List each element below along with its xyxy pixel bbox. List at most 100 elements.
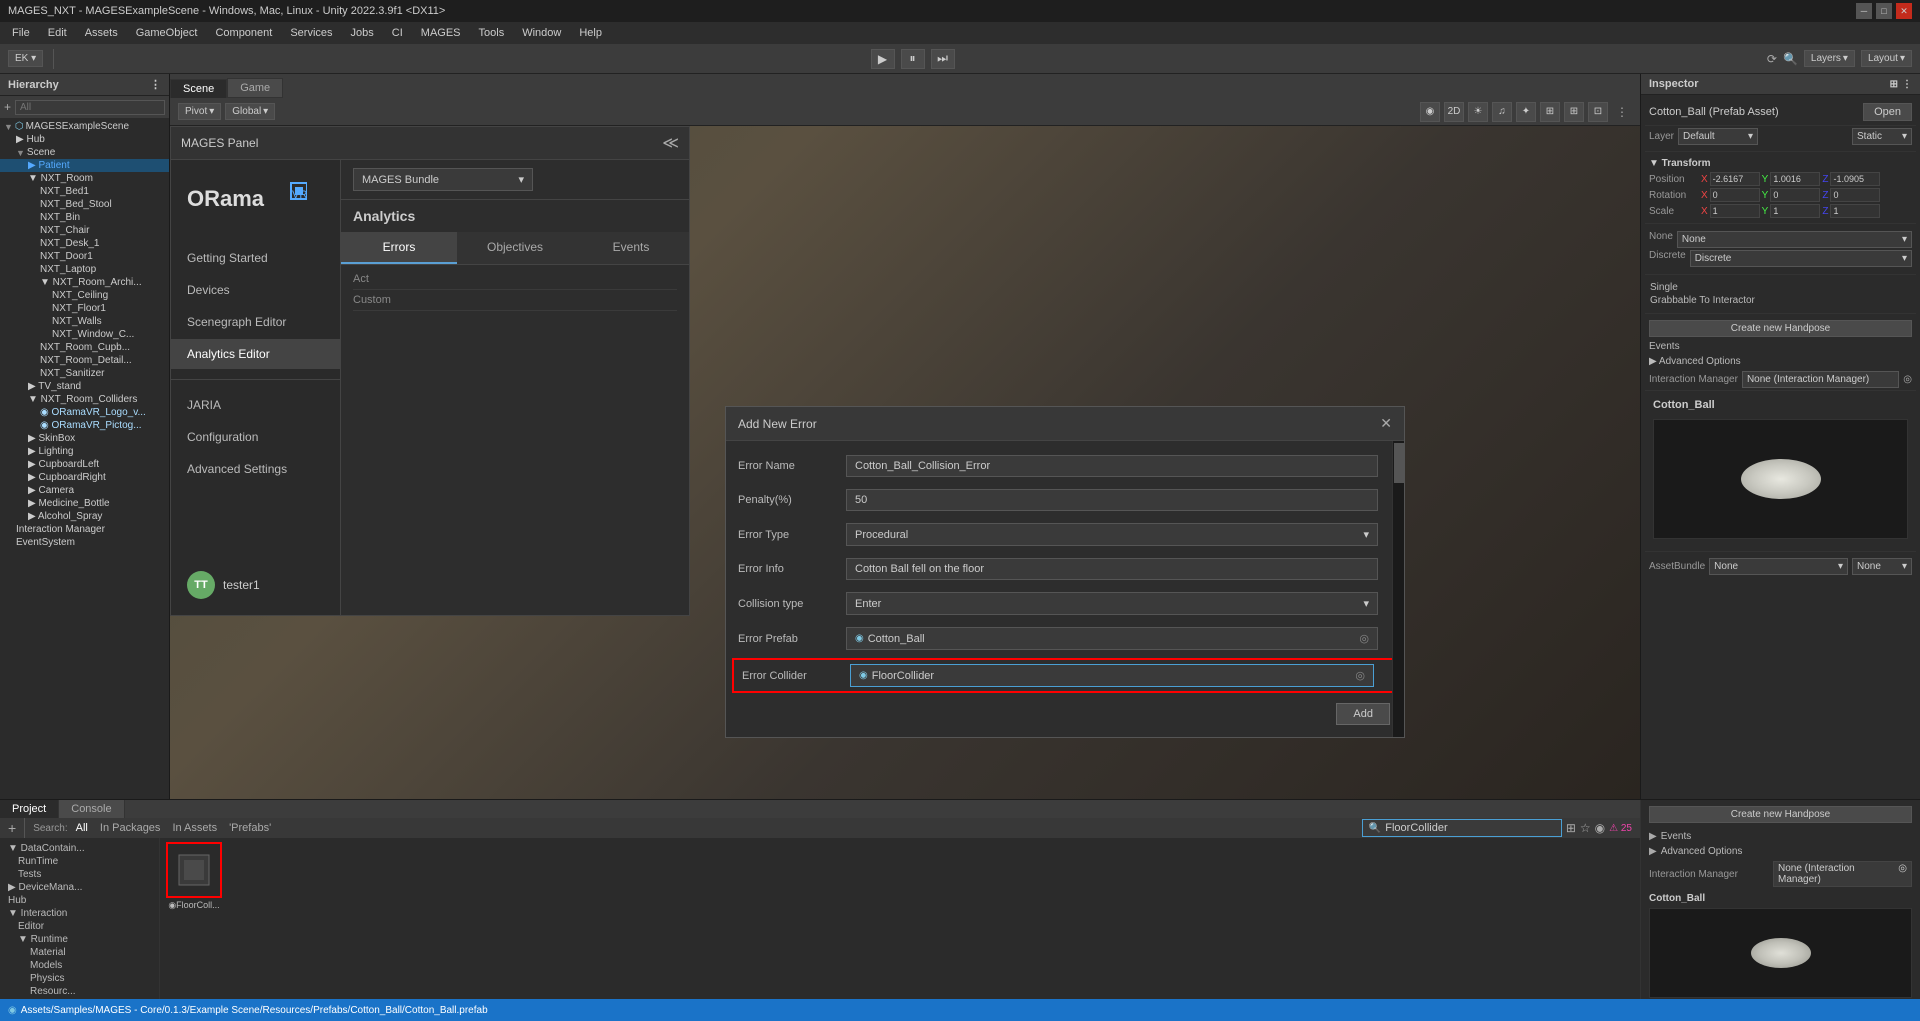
menu-file[interactable]: File xyxy=(4,25,38,41)
audio-toggle-btn[interactable]: ♫ xyxy=(1492,102,1512,122)
hier-item-tv-stand[interactable]: ▶ TV_stand xyxy=(0,380,169,393)
save-layout-icon[interactable]: ⊞ xyxy=(1566,821,1576,835)
hier-item-nxt-sanitizer[interactable]: NXT_Sanitizer xyxy=(0,367,169,380)
error-type-dropdown[interactable]: Procedural ▾ xyxy=(846,523,1378,546)
menu-jobs[interactable]: Jobs xyxy=(343,25,382,41)
inspector-more-icon[interactable]: ⋮ xyxy=(1902,79,1912,90)
hierarchy-add-icon[interactable]: + xyxy=(4,100,11,114)
lighting-toggle-btn[interactable]: ☀ xyxy=(1468,102,1488,122)
pos-y-input[interactable] xyxy=(1770,172,1820,186)
tree-editor[interactable]: Editor xyxy=(4,920,155,933)
select-tool-btn[interactable]: ◉ xyxy=(1420,102,1440,122)
menu-component[interactable]: Component xyxy=(207,25,280,41)
mages-bundle-dropdown[interactable]: MAGES Bundle ▾ xyxy=(353,168,533,191)
step-button[interactable]: ⏭ xyxy=(931,49,955,69)
project-asset-floorcollider[interactable]: ◉FloorColl... xyxy=(164,842,224,911)
hier-item-nxt-laptop[interactable]: NXT_Laptop xyxy=(0,263,169,276)
render-mode-btn[interactable]: ⊡ xyxy=(1588,102,1608,122)
dialog-scrollbar[interactable] xyxy=(1392,441,1404,737)
scale-x-input[interactable] xyxy=(1710,204,1760,218)
inspector-open-btn[interactable]: Open xyxy=(1863,103,1912,121)
hier-item-alcohol[interactable]: ▶ Alcohol_Spray xyxy=(0,510,169,523)
menu-assets[interactable]: Assets xyxy=(77,25,126,41)
inspector-int-mgr-dropdown[interactable]: None (Interaction Manager) xyxy=(1742,371,1899,388)
pause-button[interactable]: ⏸ xyxy=(901,49,925,69)
menu-ci[interactable]: CI xyxy=(384,25,411,41)
tree-models[interactable]: Models xyxy=(4,959,155,972)
search-input[interactable] xyxy=(1385,822,1555,834)
tree-runtime[interactable]: RunTime xyxy=(4,855,155,868)
hier-item-nxt-bed1[interactable]: NXT_Bed1 xyxy=(0,185,169,198)
error-info-input[interactable] xyxy=(846,558,1378,580)
hier-item-nxt-chair[interactable]: NXT_Chair xyxy=(0,224,169,237)
tab-scene[interactable]: Scene xyxy=(170,79,227,98)
hier-item-nxt-window[interactable]: NXT_Window_C... xyxy=(0,328,169,341)
menu-window[interactable]: Window xyxy=(514,25,569,41)
penalty-input[interactable] xyxy=(846,489,1378,511)
window-controls[interactable]: ─ □ ✕ xyxy=(1856,3,1912,19)
rot-x-input[interactable] xyxy=(1710,188,1760,202)
hier-item-nxt-ceiling[interactable]: NXT_Ceiling xyxy=(0,289,169,302)
hier-item-cupboard-left[interactable]: ▶ CupboardLeft xyxy=(0,458,169,471)
hierarchy-search-input[interactable] xyxy=(15,100,165,115)
inspector-assetbundle-dropdown[interactable]: None ▾ xyxy=(1709,558,1848,575)
mages-nav-jaria[interactable]: JARIA xyxy=(171,390,340,420)
hier-item-nxt-walls[interactable]: NXT_Walls xyxy=(0,315,169,328)
mages-panel-collapse-btn[interactable]: ≪ xyxy=(662,133,679,153)
mages-nav-advanced[interactable]: Advanced Settings xyxy=(171,454,340,484)
inspector-int-mgr-pick[interactable]: ◎ xyxy=(1903,374,1912,385)
mages-nav-getting-started[interactable]: Getting Started xyxy=(171,243,340,273)
mages-nav-scenegraph[interactable]: Scenegraph Editor xyxy=(171,307,340,337)
hier-item-nxt-cupb[interactable]: NXT_Room_Cupb... xyxy=(0,341,169,354)
filter-prefabs-btn[interactable]: 'Prefabs' xyxy=(225,821,275,835)
tree-hub[interactable]: Hub xyxy=(4,894,155,907)
pos-x-input[interactable] xyxy=(1710,172,1760,186)
hier-item-skinbox[interactable]: ▶ SkinBox xyxy=(0,432,169,445)
menu-mages[interactable]: MAGES xyxy=(413,25,469,41)
collision-type-dropdown[interactable]: Enter ▾ xyxy=(846,592,1378,615)
add-icon-btn[interactable]: + xyxy=(8,820,16,836)
inspector-static-dropdown[interactable]: Static ▾ xyxy=(1852,128,1912,145)
tree-runtime2[interactable]: ▼ Runtime xyxy=(4,933,155,946)
close-btn[interactable]: ✕ xyxy=(1896,3,1912,19)
hier-item-lighting[interactable]: ▶ Lighting xyxy=(0,445,169,458)
bottom-tab-project[interactable]: Project xyxy=(0,800,59,818)
hierarchy-menu-icon[interactable]: ⋮ xyxy=(150,78,161,91)
error-prefab-input[interactable]: ◉ Cotton_Ball ◎ xyxy=(846,627,1378,650)
grid-toggle-btn[interactable]: ⊞ xyxy=(1564,102,1584,122)
hier-item-patient[interactable]: ▶ Patient xyxy=(0,159,169,172)
search-toolbar-icon[interactable]: 🔍 xyxy=(1783,52,1798,66)
ek-dropdown[interactable]: EK ▾ xyxy=(8,50,43,67)
menu-edit[interactable]: Edit xyxy=(40,25,75,41)
menu-help[interactable]: Help xyxy=(571,25,610,41)
tree-resourc[interactable]: Resourc... xyxy=(4,985,155,998)
scale-z-input[interactable] xyxy=(1830,204,1880,218)
filter-all-btn[interactable]: All xyxy=(72,821,92,835)
menu-tools[interactable]: Tools xyxy=(471,25,513,41)
hier-item-scene[interactable]: ▼ ⬡ MAGESExampleScene xyxy=(0,120,169,133)
history-icon[interactable]: ⟳ xyxy=(1767,52,1777,66)
tree-tests[interactable]: Tests xyxy=(4,868,155,881)
hier-item-nxt-desk[interactable]: NXT_Desk_1 xyxy=(0,237,169,250)
inspector-none-dropdown[interactable]: None ▾ xyxy=(1677,231,1912,248)
hier-item-camera[interactable]: ▶ Camera xyxy=(0,484,169,497)
hier-item-orama-picto[interactable]: ◉ ORamaVR_Pictog... xyxy=(0,419,169,432)
mages-nav-devices[interactable]: Devices xyxy=(171,275,340,305)
scene-toolbar-more[interactable]: ⋮ xyxy=(1612,105,1632,119)
dialog-close-btn[interactable]: ✕ xyxy=(1380,415,1392,432)
analytics-tab-objectives[interactable]: Objectives xyxy=(457,232,573,264)
bottom-tab-console[interactable]: Console xyxy=(59,800,124,818)
menu-services[interactable]: Services xyxy=(282,25,340,41)
filter-assets-btn[interactable]: In Assets xyxy=(168,821,221,835)
sort-icon[interactable]: ◉ xyxy=(1595,821,1605,835)
create-handpose-btn[interactable]: Create new Handpose xyxy=(1649,320,1912,337)
mages-nav-configuration[interactable]: Configuration xyxy=(171,422,340,452)
maximize-btn[interactable]: □ xyxy=(1876,3,1892,19)
hier-item-cupboard-right[interactable]: ▶ CupboardRight xyxy=(0,471,169,484)
hier-item-interaction-mgr[interactable]: Interaction Manager xyxy=(0,523,169,536)
minimize-btn[interactable]: ─ xyxy=(1856,3,1872,19)
filter-packages-btn[interactable]: In Packages xyxy=(96,821,165,835)
hier-item-nxt-detail[interactable]: NXT_Room_Detail... xyxy=(0,354,169,367)
menu-gameobject[interactable]: GameObject xyxy=(128,25,206,41)
tree-datacontain[interactable]: ▼ DataContain... xyxy=(4,842,155,855)
